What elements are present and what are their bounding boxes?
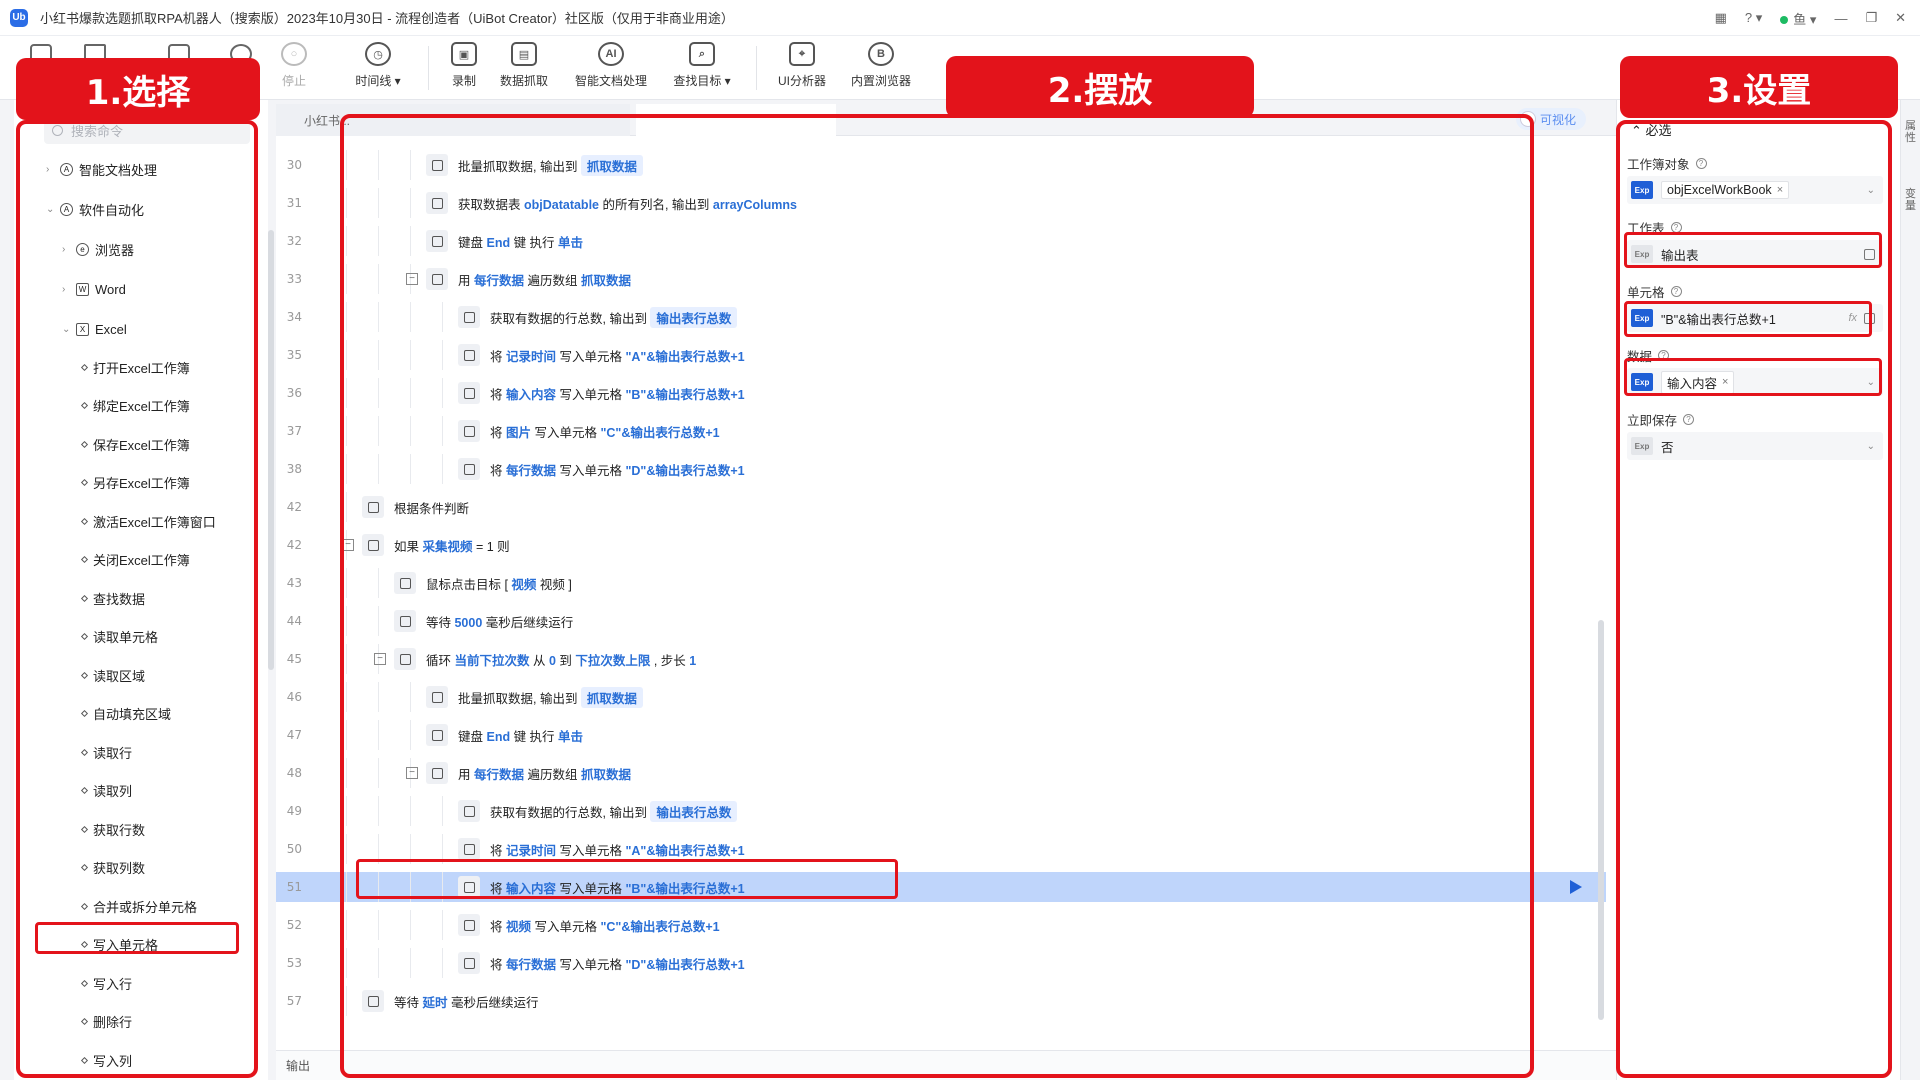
data-scrape-button[interactable]: ▤ 数据抓取 (492, 42, 556, 94)
window-title: 小红书爆款选题抓取RPA机器人（搜索版）2023年10月30日 - 流程创造者（… (40, 11, 734, 26)
user-menu[interactable]: 鱼 ▾ (1780, 9, 1816, 28)
title-bar-controls: ▦ ? ▾ 鱼 ▾ — ❐ ✕ (1715, 0, 1906, 36)
place-highlight-box (340, 114, 1534, 1078)
properties-side-tab[interactable]: 属性 (1905, 120, 1917, 144)
sheet-field-highlight (1624, 232, 1882, 268)
title-bar: Ub 小红书爆款选题抓取RPA机器人（搜索版）2023年10月30日 - 流程创… (0, 0, 1920, 36)
stop-icon: ○ (281, 42, 307, 66)
ui-analyzer-icon: ⌖ (789, 42, 815, 66)
help-icon[interactable]: ? ▾ (1745, 10, 1762, 26)
toolbar-divider (428, 46, 429, 90)
toolbar-divider (756, 46, 757, 90)
ui-analyzer-button[interactable]: ⌖ UI分析器 (770, 42, 834, 94)
side-tabs: 属性 变量 (1900, 100, 1920, 1080)
stop-button[interactable]: ○ 停止 (262, 42, 326, 94)
write-cell-highlight (35, 922, 239, 954)
record-label: 录制 (451, 74, 476, 88)
stop-label: 停止 (281, 74, 306, 88)
ai-icon: AI (598, 42, 624, 66)
find-target-button[interactable]: ⌕ 查找目标 ▾ (666, 42, 738, 94)
builtin-browser-label: 内置浏览器 (850, 74, 911, 88)
find-target-label: 查找目标 ▾ (673, 74, 731, 88)
smart-doc-button[interactable]: AI 智能文档处理 (566, 42, 656, 94)
run-from-here-icon[interactable] (1570, 880, 1582, 894)
select-step-label: 1.选择 (16, 58, 260, 120)
browser-icon: B (868, 42, 894, 66)
variables-side-tab[interactable]: 变量 (1905, 188, 1917, 212)
builtin-browser-button[interactable]: B 内置浏览器 (846, 42, 916, 94)
editor-scrollbar[interactable] (1598, 620, 1604, 1020)
data-field-highlight (1624, 358, 1882, 396)
record-icon: ▣ (451, 42, 477, 66)
place-step-label: 2.摆放 (946, 56, 1254, 118)
app-logo-icon: Ub (10, 8, 28, 27)
record-button[interactable]: ▣ 录制 (432, 42, 496, 94)
grid-icon[interactable]: ▦ (1715, 10, 1727, 26)
data-scrape-label: 数据抓取 (499, 74, 548, 88)
restore-button[interactable]: ❐ (1865, 10, 1877, 26)
ui-analyzer-label: UI分析器 (777, 74, 826, 88)
cell-field-highlight (1624, 301, 1872, 337)
minimize-button[interactable]: — (1834, 11, 1847, 26)
output-label: 输出 (286, 1059, 311, 1073)
clock-icon: ◷ (365, 42, 391, 66)
command-panel-scrollbar[interactable] (268, 230, 274, 670)
online-status-icon (1780, 15, 1789, 24)
smart-doc-label: 智能文档处理 (574, 74, 647, 88)
find-target-icon: ⌕ (689, 42, 715, 66)
close-button[interactable]: ✕ (1895, 10, 1906, 26)
timeline-button[interactable]: ◷ 时间线 ▾ (346, 42, 410, 94)
user-name: 鱼 (1793, 11, 1807, 27)
settings-step-label: 3.设置 (1620, 56, 1898, 118)
visualize-label: 可视化 (1540, 112, 1577, 127)
data-scrape-icon: ▤ (511, 42, 537, 66)
timeline-label: 时间线 ▾ (355, 74, 401, 88)
placed-row-highlight (356, 859, 898, 899)
